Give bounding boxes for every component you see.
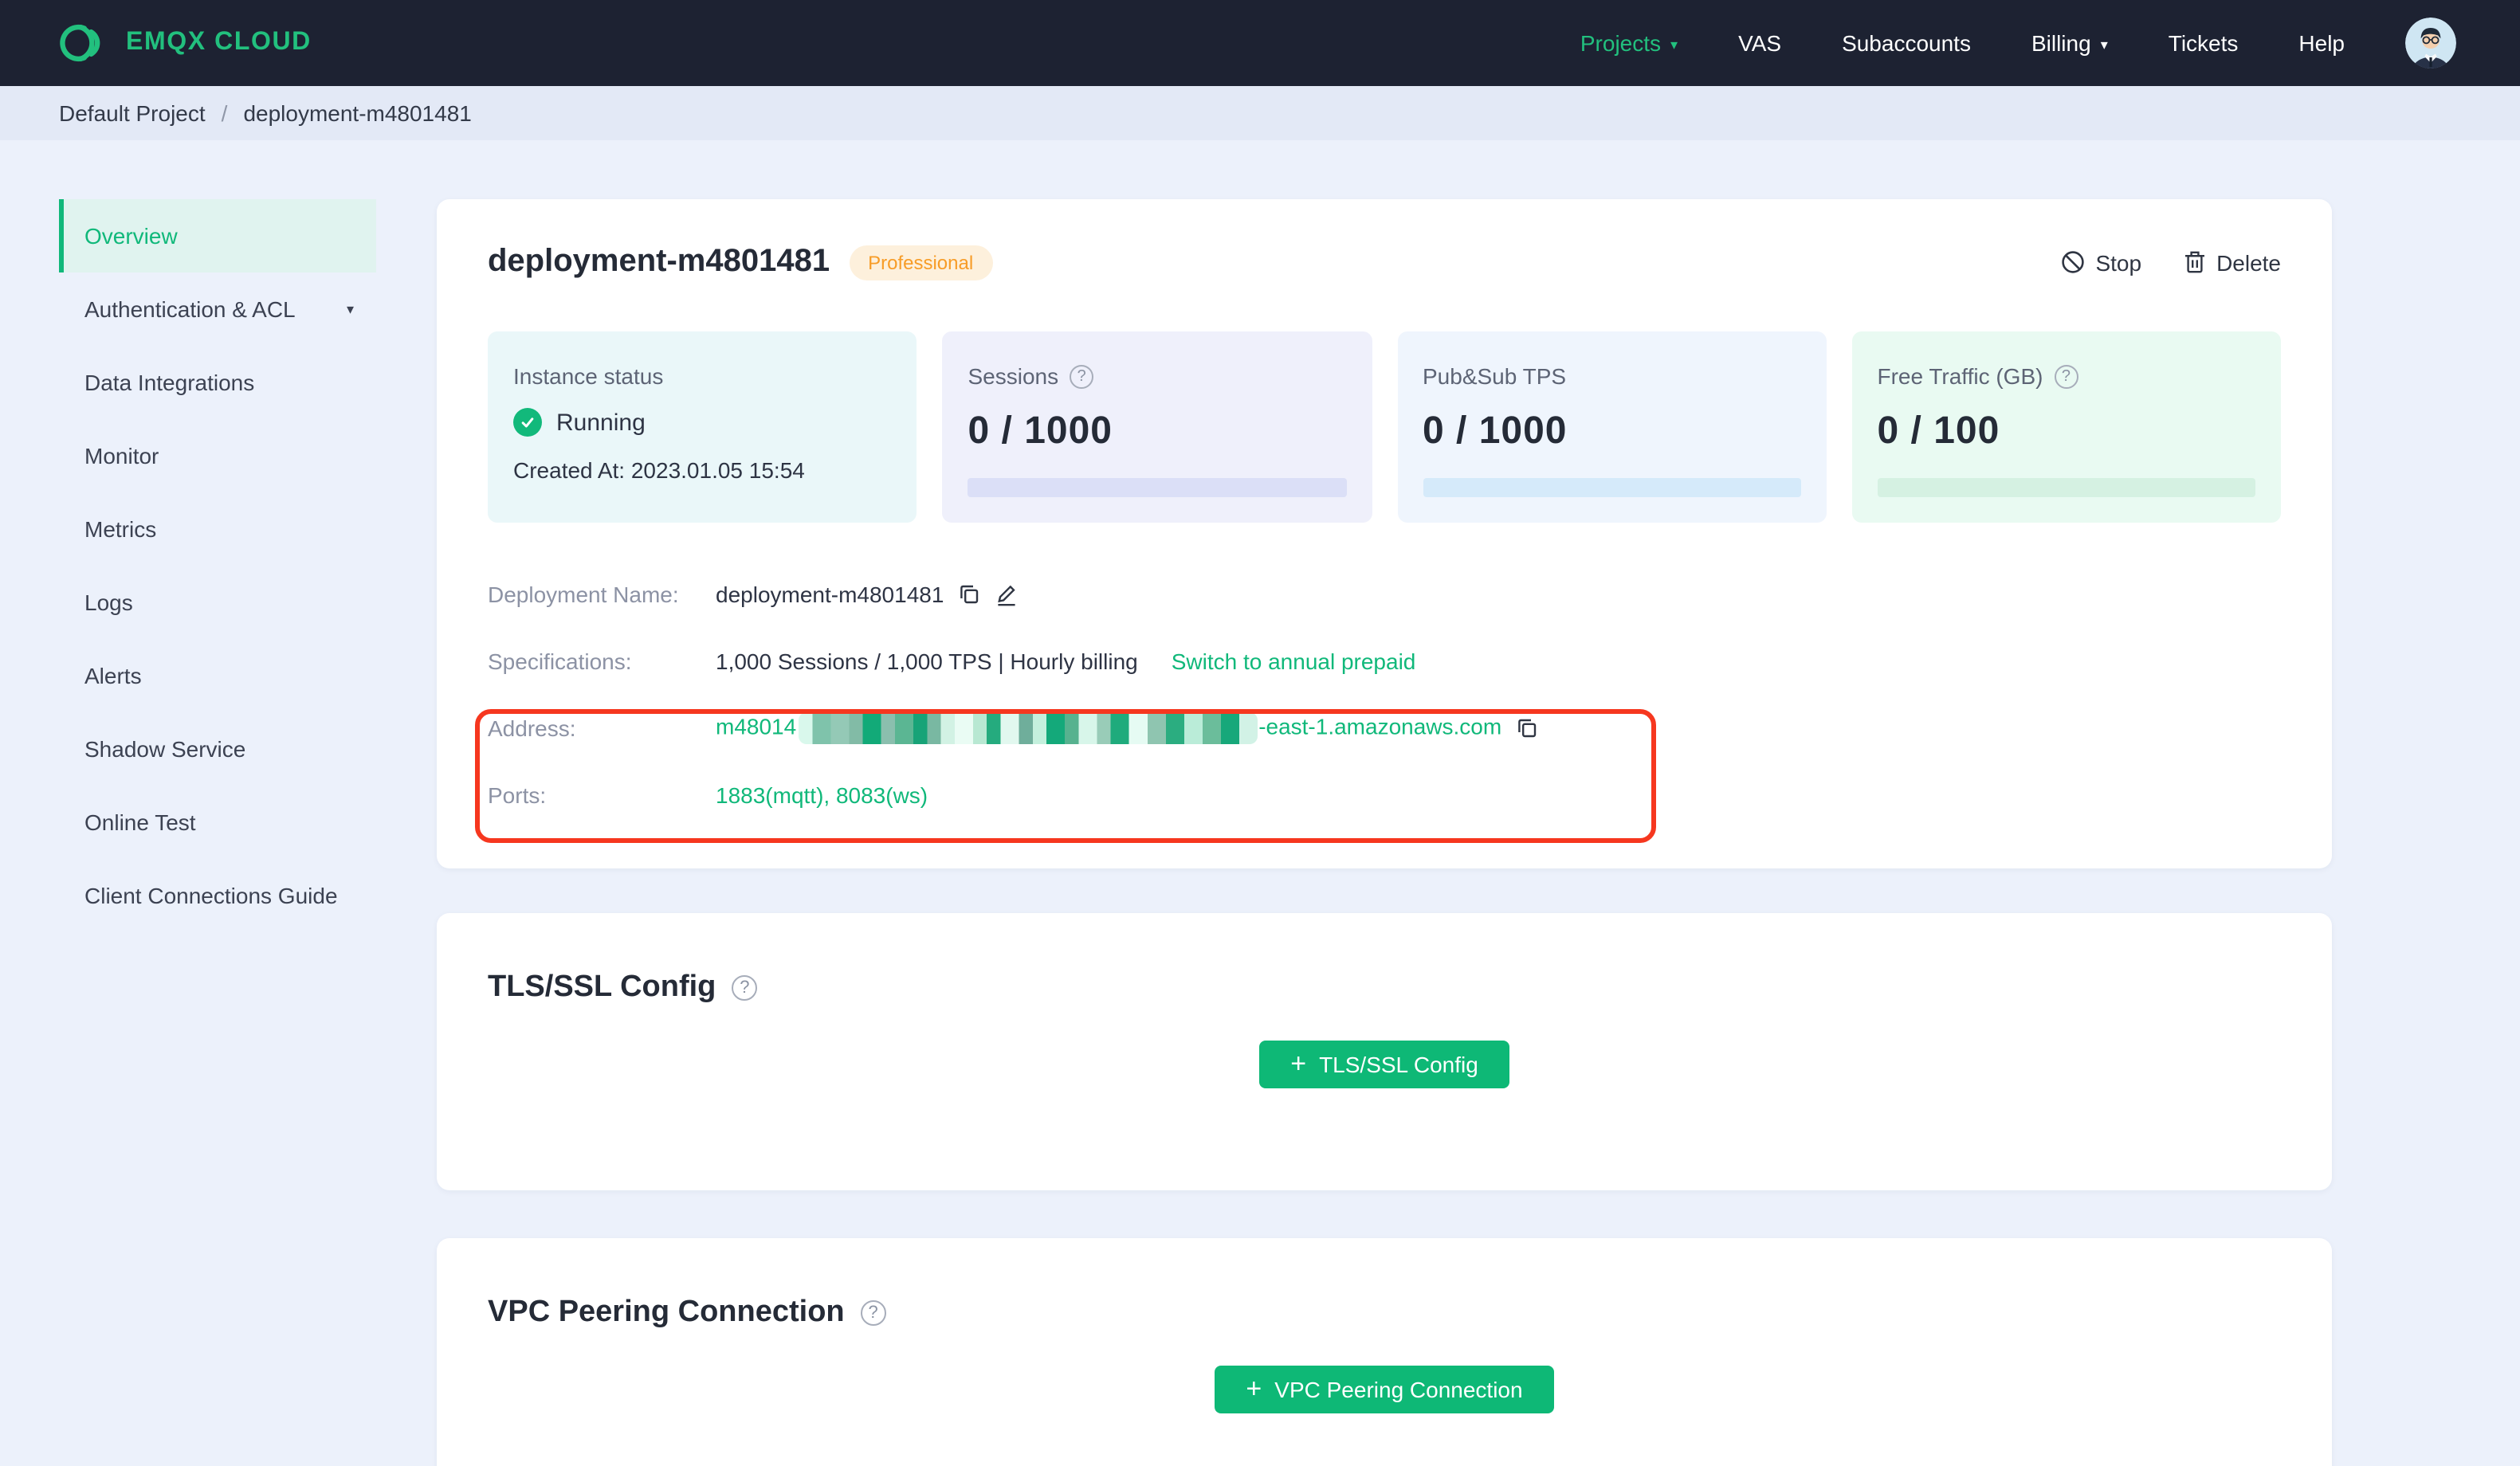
sidebar-item-authentication-acl[interactable]: Authentication & ACL ▾ bbox=[59, 272, 376, 346]
deployment-overview-card: deployment-m4801481 Professional Stop De… bbox=[437, 199, 2332, 868]
sessions-progress-bar bbox=[968, 478, 1346, 497]
breadcrumb: Default Project / deployment-m4801481 bbox=[0, 86, 2520, 140]
sidebar-item-alerts[interactable]: Alerts bbox=[59, 639, 376, 712]
sessions-value: 0 / 1000 bbox=[968, 410, 1113, 453]
sidebar-item-metrics[interactable]: Metrics bbox=[59, 492, 376, 566]
chevron-down-icon: ▾ bbox=[1670, 36, 1678, 52]
avatar-icon bbox=[2405, 18, 2456, 69]
deployment-title: deployment-m4801481 bbox=[488, 244, 830, 279]
plus-icon: + bbox=[1290, 1048, 1307, 1078]
sidebar-item-shadow-service[interactable]: Shadow Service bbox=[59, 712, 376, 786]
stats-row: Instance status Running Created At: 2023… bbox=[488, 331, 2281, 523]
copy-icon[interactable] bbox=[1516, 717, 1538, 739]
traffic-progress-bar bbox=[1877, 478, 2255, 497]
main-content: deployment-m4801481 Professional Stop De… bbox=[437, 199, 2332, 1466]
sidebar-item-overview[interactable]: Overview bbox=[59, 199, 376, 272]
specifications-value: 1,000 Sessions / 1,000 TPS | Hourly bill… bbox=[716, 649, 1138, 674]
pubsub-tps-card: Pub&Sub TPS 0 / 1000 bbox=[1397, 331, 1827, 523]
breadcrumb-project[interactable]: Default Project bbox=[59, 100, 206, 126]
sidebar-item-data-integrations[interactable]: Data Integrations bbox=[59, 346, 376, 419]
nav-item-tickets[interactable]: Tickets bbox=[2169, 30, 2239, 56]
sidebar-item-logs[interactable]: Logs bbox=[59, 566, 376, 639]
redaction-mosaic bbox=[798, 712, 1258, 744]
brand[interactable]: EMQX CLOUD bbox=[59, 19, 312, 67]
switch-annual-prepaid-link[interactable]: Switch to annual prepaid bbox=[1172, 649, 1416, 674]
trash-icon bbox=[2184, 251, 2204, 273]
nav-item-help[interactable]: Help bbox=[2298, 30, 2345, 56]
sessions-card: Sessions ? 0 / 1000 bbox=[942, 331, 1372, 523]
plan-badge: Professional bbox=[849, 245, 993, 280]
instance-status: Running bbox=[513, 408, 892, 437]
user-avatar[interactable] bbox=[2405, 18, 2456, 69]
add-tls-ssl-button[interactable]: + TLS/SSL Config bbox=[1258, 1041, 1510, 1088]
emqx-logo-icon bbox=[60, 24, 100, 62]
tls-help-icon[interactable]: ? bbox=[732, 975, 758, 1001]
delete-button[interactable]: Delete bbox=[2183, 249, 2281, 275]
sidebar-item-monitor[interactable]: Monitor bbox=[59, 419, 376, 492]
vpc-peering-section: VPC Peering Connection ? + VPC Peering C… bbox=[437, 1238, 2332, 1466]
nav-item-projects[interactable]: Projects ▾ bbox=[1580, 30, 1678, 56]
nav-menu: Projects ▾ VAS Subaccounts Billing ▾ Tic… bbox=[1580, 18, 2456, 69]
tls-ssl-section: TLS/SSL Config ? + TLS/SSL Config bbox=[437, 913, 2332, 1190]
check-circle-icon bbox=[513, 408, 542, 437]
edit-icon[interactable] bbox=[995, 582, 1019, 606]
traffic-value: 0 / 100 bbox=[1877, 410, 2000, 453]
add-vpc-peering-button[interactable]: + VPC Peering Connection bbox=[1214, 1366, 1555, 1413]
copy-icon[interactable] bbox=[958, 583, 980, 606]
tls-ssl-title: TLS/SSL Config bbox=[488, 970, 716, 1004]
free-traffic-card: Free Traffic (GB) ? 0 / 100 bbox=[1851, 331, 2281, 523]
status-text: Running bbox=[556, 409, 646, 436]
ports-value: 1883(mqtt), 8083(ws) bbox=[716, 782, 928, 808]
stop-button[interactable]: Stop bbox=[2060, 249, 2141, 275]
created-at: Created At: 2023.01.05 15:54 bbox=[513, 457, 805, 483]
vpc-peering-title: VPC Peering Connection bbox=[488, 1295, 845, 1329]
specifications-row: Specifications: 1,000 Sessions / 1,000 T… bbox=[488, 649, 1416, 674]
breadcrumb-separator: / bbox=[221, 100, 228, 126]
nav-item-billing[interactable]: Billing ▾ bbox=[2031, 30, 2108, 56]
deployment-details: Deployment Name: deployment-m4801481 Spe… bbox=[488, 561, 2281, 829]
deployment-name-value: deployment-m4801481 bbox=[716, 582, 944, 607]
sidebar-item-client-connections-guide[interactable]: Client Connections Guide bbox=[59, 859, 376, 932]
nav-item-subaccounts[interactable]: Subaccounts bbox=[1842, 30, 1971, 56]
tps-value: 0 / 1000 bbox=[1423, 410, 1568, 453]
sidebar-item-online-test[interactable]: Online Test bbox=[59, 786, 376, 859]
ports-row: Ports: 1883(mqtt), 8083(ws) bbox=[488, 782, 928, 808]
deployment-name-row: Deployment Name: deployment-m4801481 bbox=[488, 561, 2281, 628]
traffic-help-icon[interactable]: ? bbox=[2054, 364, 2078, 388]
chevron-down-icon: ▾ bbox=[2100, 36, 2108, 52]
sessions-help-icon[interactable]: ? bbox=[1070, 364, 1094, 388]
plus-icon: + bbox=[1246, 1373, 1262, 1403]
sidebar: Overview Authentication & ACL ▾ Data Int… bbox=[59, 199, 376, 932]
breadcrumb-page: deployment-m4801481 bbox=[243, 100, 472, 126]
instance-status-card: Instance status Running Created At: 2023… bbox=[488, 331, 917, 523]
chevron-down-icon: ▾ bbox=[346, 300, 354, 316]
top-nav: EMQX CLOUD Projects ▾ VAS Subaccounts Bi… bbox=[0, 0, 2520, 86]
vpc-help-icon[interactable]: ? bbox=[860, 1300, 886, 1326]
page: EMQX CLOUD Projects ▾ VAS Subaccounts Bi… bbox=[0, 0, 2520, 1466]
tps-progress-bar bbox=[1423, 478, 1801, 497]
brand-name: EMQX CLOUD bbox=[126, 29, 312, 56]
address-value: m48014 -east-1.amazonaws.com bbox=[716, 712, 1501, 744]
stop-icon bbox=[2061, 251, 2084, 273]
nav-item-vas[interactable]: VAS bbox=[1738, 30, 1781, 56]
address-row: Address: m48014 -east-1.amazonaws.com bbox=[488, 695, 2281, 762]
